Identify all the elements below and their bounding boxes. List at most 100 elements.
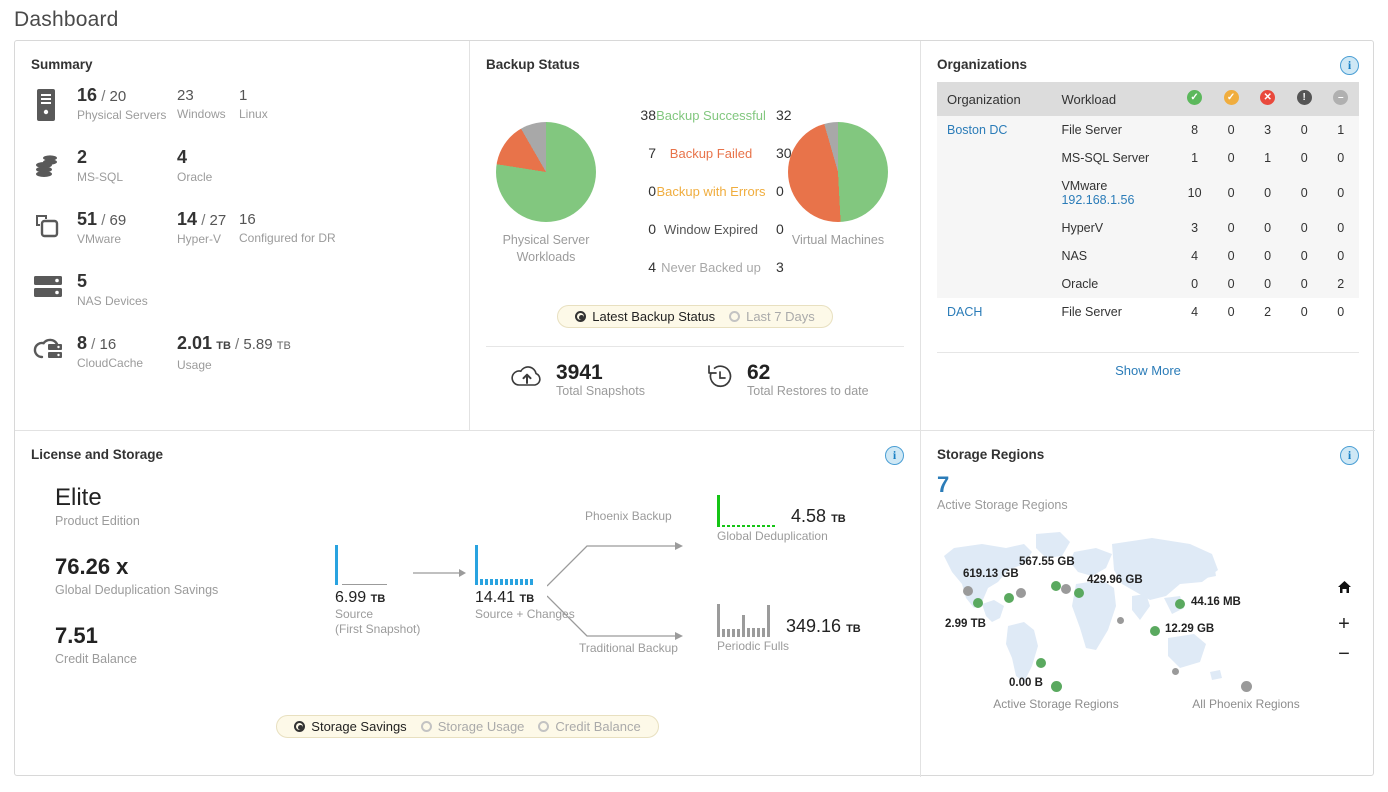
backup-status-toggle[interactable]: Latest Backup Status Last 7 Days [557, 305, 833, 328]
info-icon[interactable]: i [885, 446, 904, 465]
count-alert[interactable]: 0 [1286, 172, 1323, 214]
metric-total: 20 [110, 88, 127, 105]
count-success[interactable]: 8 [1176, 116, 1213, 144]
count-warning[interactable]: 0 [1213, 172, 1250, 214]
count-warning[interactable]: 0 [1213, 214, 1250, 242]
table-row[interactable]: Oracle 0 0 0 0 2 [937, 270, 1359, 298]
database-stack-icon [31, 148, 77, 180]
table-row[interactable]: Boston DC File Server 8 0 3 0 1 [937, 116, 1359, 144]
map-marker-active[interactable] [1150, 626, 1160, 636]
count-failed[interactable]: 0 [1249, 172, 1286, 214]
table-row[interactable]: DACH File Server 4 0 2 0 0 [937, 298, 1359, 326]
count-alert[interactable]: 0 [1286, 214, 1323, 242]
credit-balance-block: 7.51 Credit Balance [55, 621, 218, 666]
count-alert[interactable]: 0 [1286, 270, 1323, 298]
toggle-storage-savings[interactable]: Storage Savings [287, 719, 413, 734]
count-warning[interactable]: 0 [1213, 116, 1250, 144]
info-icon[interactable]: i [1340, 56, 1359, 75]
count-failed[interactable]: 0 [1249, 242, 1286, 270]
info-icon[interactable]: i [1340, 446, 1359, 465]
count-failed[interactable]: 0 [1249, 214, 1286, 242]
legend-label: Never Backed up [656, 260, 766, 275]
count-warning[interactable]: 0 [1213, 242, 1250, 270]
toggle-last-7-days[interactable]: Last 7 Days [722, 309, 822, 324]
toggle-credit-balance[interactable]: Credit Balance [531, 719, 647, 734]
count-none[interactable]: 0 [1322, 144, 1359, 172]
org-link[interactable]: Boston DC [947, 123, 1007, 137]
count-warning[interactable]: 0 [1213, 298, 1250, 326]
count-none[interactable]: 0 [1322, 242, 1359, 270]
count-success[interactable]: 0 [1176, 270, 1213, 298]
source-label: Source [335, 607, 420, 622]
license-storage-toggle[interactable]: Storage Savings Storage Usage Credit Bal… [276, 715, 658, 738]
physical-server-pie-chart [496, 122, 596, 222]
map-marker-active[interactable] [973, 598, 983, 608]
map-marker-active[interactable] [1175, 599, 1185, 609]
map-marker-active[interactable] [1004, 593, 1014, 603]
legend-left-count: 0 [626, 183, 656, 199]
map-marker-inactive[interactable] [963, 586, 973, 596]
credit-balance-value: 7.51 [55, 621, 218, 651]
count-none[interactable]: 0 [1322, 214, 1359, 242]
map-zoom-in-button[interactable]: + [1335, 613, 1353, 636]
metric-label: Physical Servers [77, 107, 177, 123]
toggle-latest-backup-status[interactable]: Latest Backup Status [568, 309, 722, 324]
table-row[interactable]: NAS 4 0 0 0 0 [937, 242, 1359, 270]
map-marker-inactive[interactable] [1061, 584, 1071, 594]
source-bar-chart [335, 539, 420, 585]
count-none[interactable]: 0 [1322, 298, 1359, 326]
legend-row: 7 Backup Failed 30 [626, 134, 806, 172]
map-marker-label: 44.16 MB [1191, 596, 1241, 608]
map-marker-active[interactable] [1051, 581, 1061, 591]
map-marker-inactive[interactable] [1117, 617, 1124, 624]
map-zoom-out-button[interactable]: − [1335, 643, 1353, 666]
count-none[interactable]: 2 [1322, 270, 1359, 298]
count-failed[interactable]: 1 [1249, 144, 1286, 172]
map-home-button[interactable] [1335, 579, 1353, 599]
radio-off-icon [538, 721, 549, 732]
legend-left-count: 38 [626, 107, 656, 123]
count-alert[interactable]: 0 [1286, 116, 1323, 144]
toggle-storage-usage[interactable]: Storage Usage [414, 719, 532, 734]
count-alert[interactable]: 0 [1286, 298, 1323, 326]
count-success[interactable]: 10 [1176, 172, 1213, 214]
table-row[interactable]: HyperV 3 0 0 0 0 [937, 214, 1359, 242]
map-marker-inactive[interactable] [1172, 668, 1179, 675]
radio-off-icon [729, 311, 740, 322]
count-warning[interactable]: 0 [1213, 144, 1250, 172]
count-failed[interactable]: 2 [1249, 298, 1286, 326]
metric-value: 4 [177, 147, 187, 167]
nas-device-icon [31, 272, 77, 300]
org-link[interactable]: DACH [947, 305, 982, 319]
map-marker-label: 12.29 GB [1165, 623, 1214, 635]
count-success[interactable]: 3 [1176, 214, 1213, 242]
summary-row-nas: 5 NAS Devices [31, 272, 453, 334]
map-marker-active[interactable] [1036, 658, 1046, 668]
count-none[interactable]: 0 [1322, 172, 1359, 214]
count-warning[interactable]: 0 [1213, 270, 1250, 298]
table-row[interactable]: VMware 192.168.1.56 10 0 0 0 0 [937, 172, 1359, 214]
table-row[interactable]: MS-SQL Server 1 0 1 0 0 [937, 144, 1359, 172]
show-more-button[interactable]: Show More [937, 352, 1359, 378]
count-success[interactable]: 4 [1176, 298, 1213, 326]
count-failed[interactable]: 0 [1249, 270, 1286, 298]
count-alert[interactable]: 0 [1286, 242, 1323, 270]
product-edition-value: Elite [55, 483, 218, 513]
legend-left-count: 7 [626, 145, 656, 161]
count-success[interactable]: 1 [1176, 144, 1213, 172]
periodic-fulls-unit: TB [846, 623, 861, 635]
count-none[interactable]: 1 [1322, 116, 1359, 144]
product-edition-label: Product Edition [55, 514, 218, 528]
count-failed[interactable]: 3 [1249, 116, 1286, 144]
map-marker-active[interactable] [1074, 588, 1084, 598]
metric-label: MS-SQL [77, 169, 177, 185]
metric-total: 5.89 [243, 336, 272, 353]
license-storage-title: License and Storage [31, 447, 904, 462]
count-alert[interactable]: 0 [1286, 144, 1323, 172]
map-marker-inactive[interactable] [1016, 588, 1026, 598]
count-success[interactable]: 4 [1176, 242, 1213, 270]
license-storage-panel: License and Storage i Elite Product Edit… [15, 431, 921, 777]
periodic-fulls-value: 349.16 [786, 616, 841, 636]
legend-label: Backup Failed [656, 146, 766, 161]
workload-host-link[interactable]: 192.168.1.56 [1061, 193, 1172, 207]
